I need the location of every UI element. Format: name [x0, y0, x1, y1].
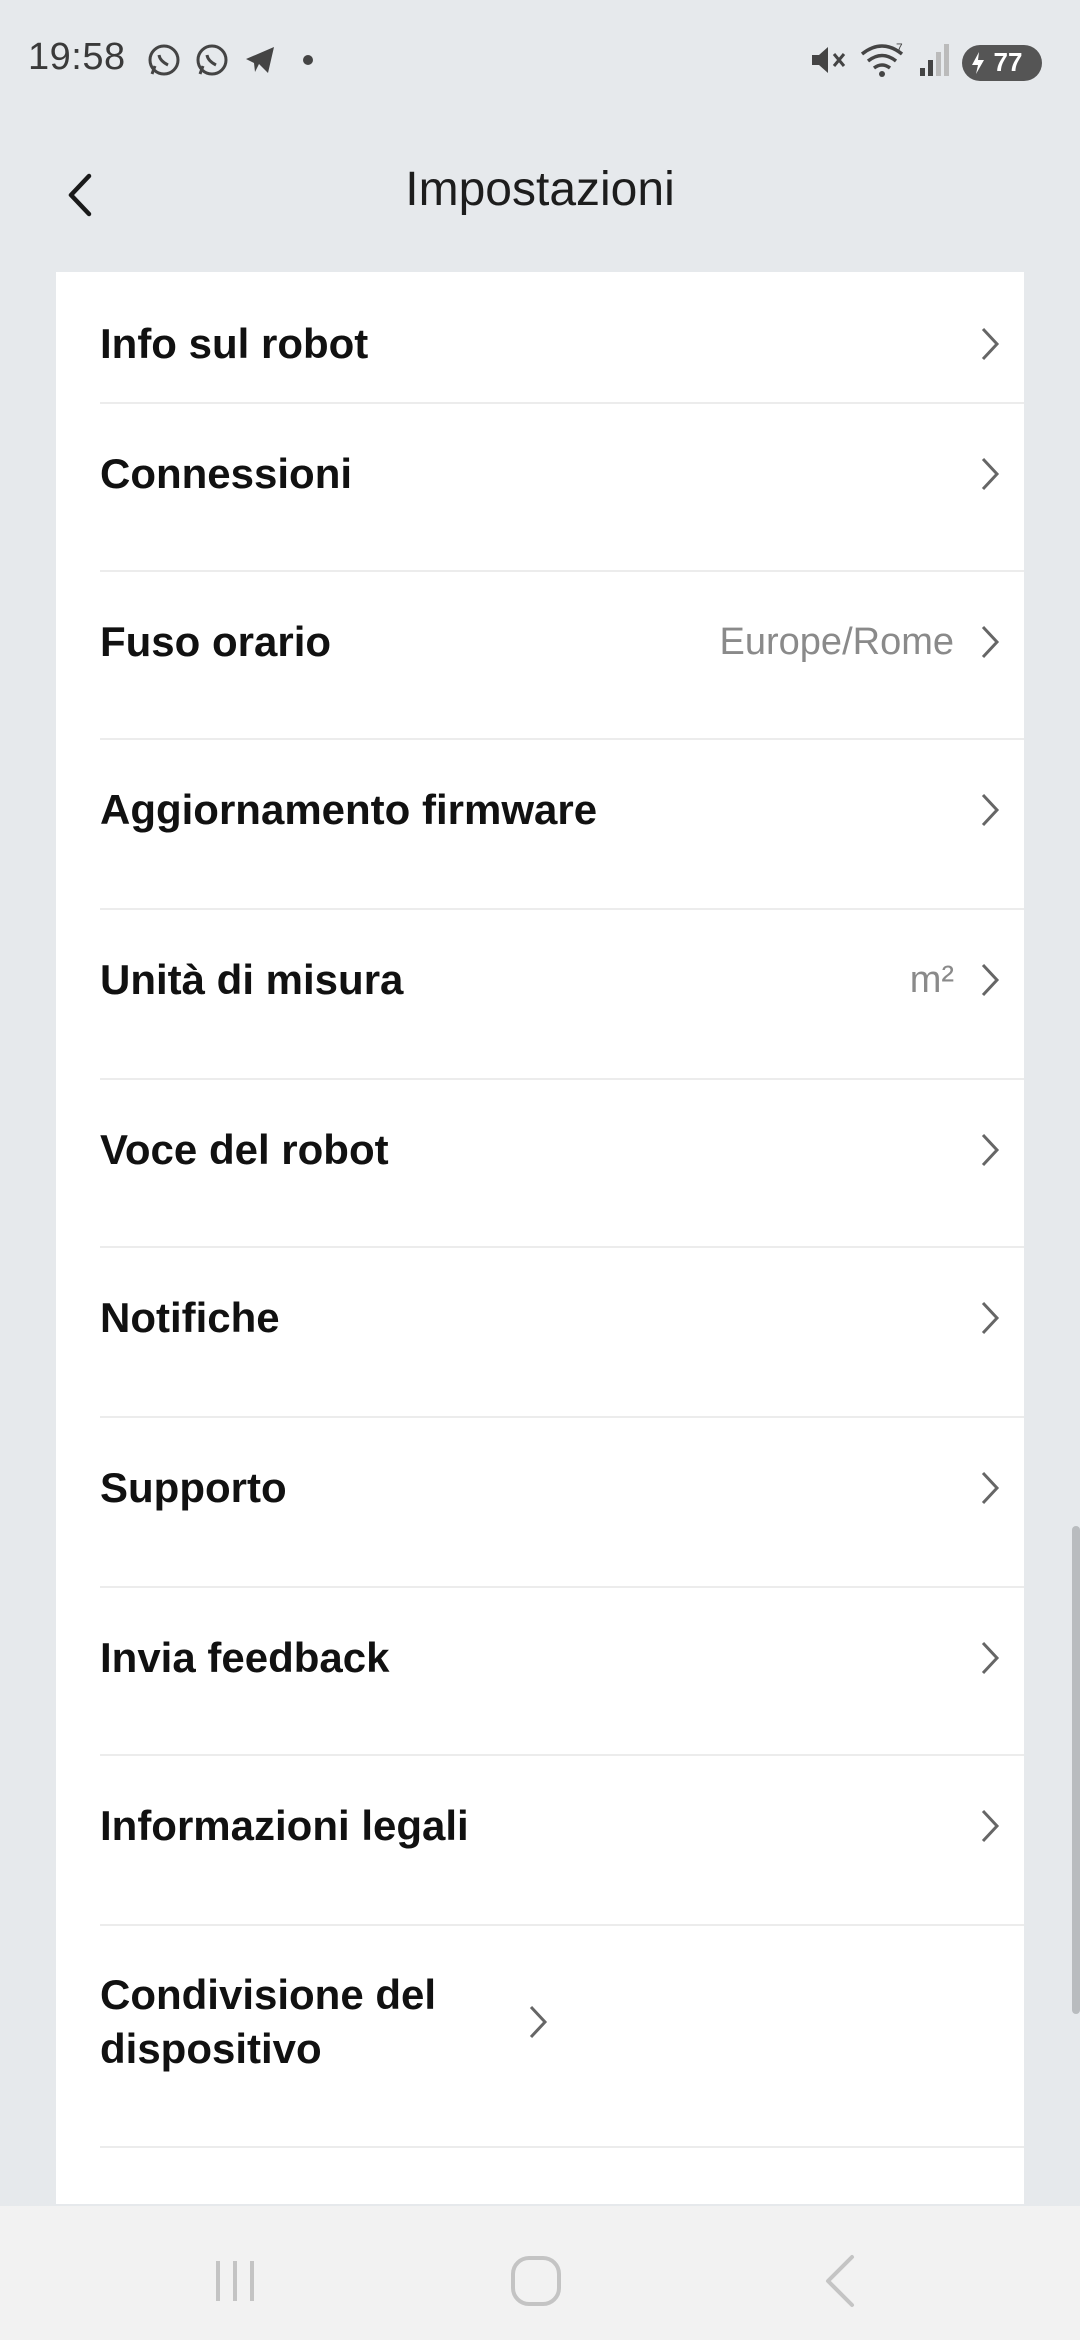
settings-item-label: Aggiornamento firmware — [100, 786, 598, 833]
settings-item-label: Invia feedback — [100, 1634, 390, 1681]
telegram-icon — [240, 40, 280, 80]
divider — [100, 1078, 1024, 1080]
chevron-right-icon — [972, 1298, 1008, 1338]
divider — [100, 1924, 1024, 1926]
divider — [100, 1246, 1024, 1248]
divider — [100, 402, 1024, 404]
settings-item-informazioni-legali[interactable]: Informazioni legali — [100, 1778, 1024, 1874]
scrollbar[interactable] — [1072, 1526, 1080, 2014]
settings-item-label: Fuso orario — [100, 618, 332, 665]
page-title: Impostazioni — [405, 163, 675, 216]
system-back-button[interactable] — [795, 2236, 885, 2326]
whatsapp-icon — [144, 40, 184, 80]
status-time: 19:58 — [28, 36, 126, 78]
mute-icon — [808, 40, 848, 85]
settings-item-value: m² — [909, 958, 954, 1001]
divider — [100, 1416, 1024, 1418]
divider — [100, 738, 1024, 740]
divider — [100, 1586, 1024, 1588]
settings-item-info-robot[interactable]: Info sul robot — [100, 296, 1024, 392]
recents-icon — [216, 2261, 254, 2301]
notification-icons — [144, 40, 328, 80]
settings-item-supporto[interactable]: Supporto — [100, 1440, 1024, 1536]
settings-item-label: Supporto — [100, 1464, 287, 1511]
settings-item-label: Info sul robot — [100, 320, 369, 367]
battery-icon: 77 — [962, 44, 1042, 81]
recents-button[interactable] — [190, 2236, 280, 2326]
status-bar: 19:58 7 77 — [0, 0, 1080, 120]
chevron-right-icon — [972, 1806, 1008, 1846]
battery-level: 77 — [993, 47, 1023, 77]
settings-item-aggiornamento-firmware[interactable]: Aggiornamento firmware — [100, 762, 1024, 858]
settings-item-label: Informazioni legali — [100, 1802, 469, 1849]
header: Impostazioni — [0, 120, 1080, 270]
divider — [100, 570, 1024, 572]
settings-item-connessioni[interactable]: Connessioni — [100, 426, 1024, 522]
chevron-right-icon — [972, 1468, 1008, 1508]
divider — [100, 908, 1024, 910]
dot-icon — [288, 40, 328, 80]
chevron-right-icon — [972, 454, 1008, 494]
settings-item-label: Condivisione del dispositivo — [100, 1971, 437, 2072]
svg-text:7: 7 — [896, 41, 903, 55]
home-icon — [511, 2256, 561, 2306]
navigation-bar — [0, 2206, 1080, 2340]
divider — [100, 2146, 1024, 2148]
divider — [100, 1754, 1024, 1756]
settings-item-label: Voce del robot — [100, 1126, 389, 1173]
settings-item-invia-feedback[interactable]: Invia feedback — [100, 1610, 1024, 1706]
system-icons: 7 77 — [808, 40, 1042, 85]
signal-icon — [918, 40, 952, 85]
settings-item-label: Connessioni — [100, 450, 353, 497]
chevron-right-icon — [972, 324, 1008, 364]
whatsapp-icon — [192, 40, 232, 80]
settings-item-notifiche[interactable]: Notifiche — [100, 1270, 1024, 1366]
settings-item-label: Unità di misura — [100, 956, 404, 1003]
chevron-right-icon — [972, 1130, 1008, 1170]
chevron-right-icon — [520, 2002, 556, 2042]
back-icon — [826, 2255, 854, 2307]
wifi-icon: 7 — [858, 40, 908, 85]
chevron-right-icon — [972, 622, 1008, 662]
home-button[interactable] — [491, 2236, 581, 2326]
chevron-right-icon — [972, 960, 1008, 1000]
settings-item-fuso-orario[interactable]: Fuso orario Europe/Rome — [100, 594, 1024, 690]
settings-item-value: Europe/Rome — [719, 620, 954, 663]
settings-item-voce-robot[interactable]: Voce del robot — [100, 1102, 1024, 1198]
settings-item-condivisione-dispositivo[interactable]: Condivisione del dispositivo — [100, 1948, 1024, 2096]
chevron-right-icon — [972, 790, 1008, 830]
settings-item-label: Notifiche — [100, 1294, 280, 1341]
settings-item-unita-misura[interactable]: Unità di misura m² — [100, 932, 1024, 1028]
chevron-right-icon — [972, 1638, 1008, 1678]
settings-list: Info sul robot Connessioni Fuso orario E… — [56, 272, 1024, 2204]
